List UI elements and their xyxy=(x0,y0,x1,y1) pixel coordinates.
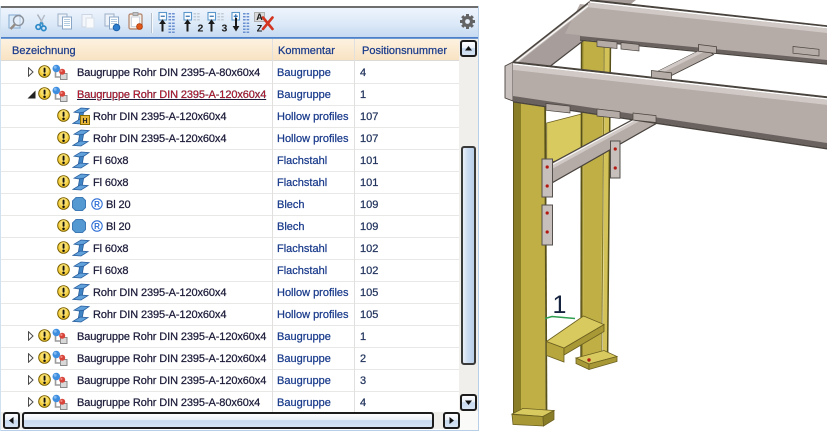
svg-text:3: 3 xyxy=(222,23,228,35)
svg-text:1: 1 xyxy=(553,291,567,319)
svg-text:2: 2 xyxy=(198,23,204,35)
